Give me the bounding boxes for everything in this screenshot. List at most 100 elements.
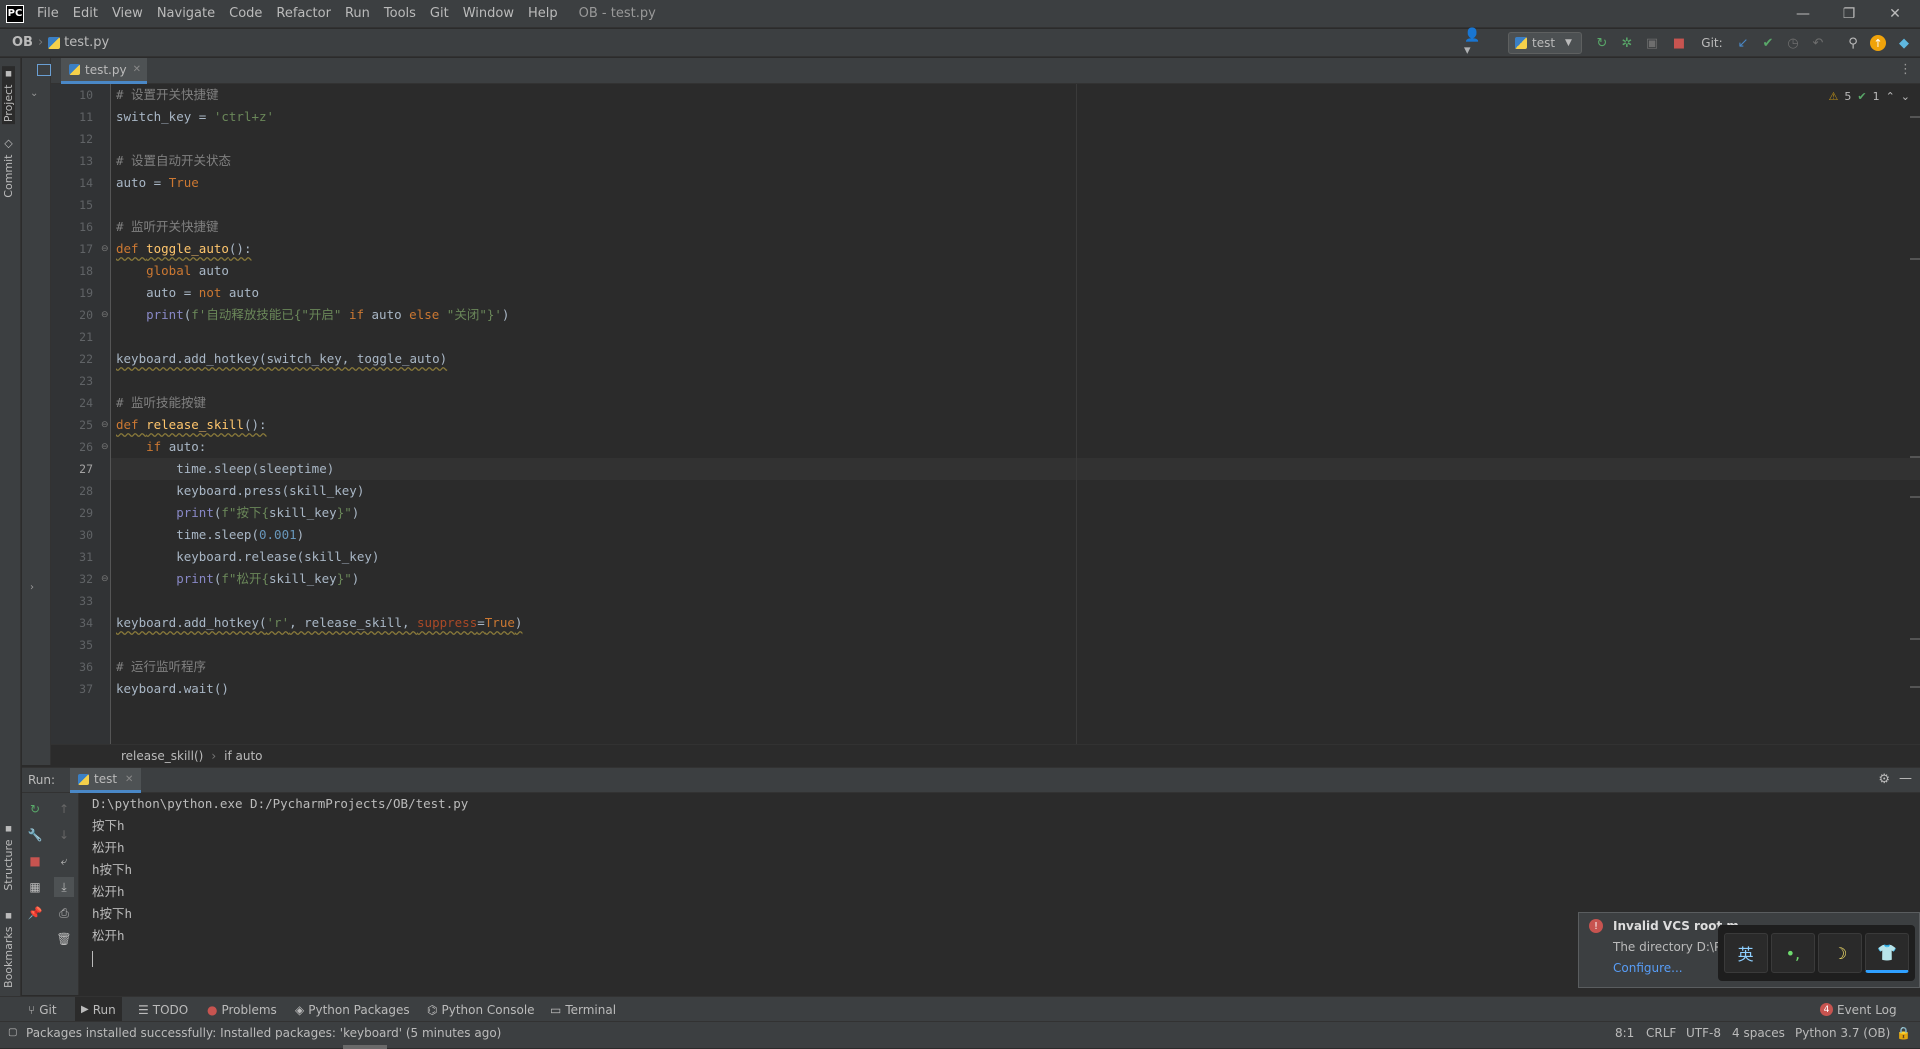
code-builtin: print [176, 571, 214, 586]
tab-python-packages[interactable]: ◈ Python Packages [295, 997, 410, 1022]
code-function-name: release_skill [146, 417, 244, 432]
status-caret-position[interactable]: 8:1 [1615, 1022, 1634, 1044]
status-window-icon[interactable]: ▢ [8, 1022, 17, 1044]
menu-code[interactable]: Code [222, 0, 269, 28]
breadcrumb-function[interactable]: release_skill() [121, 749, 203, 763]
status-encoding[interactable]: UTF-8 [1686, 1022, 1721, 1044]
tab-test-py[interactable]: test.py ✕ [61, 58, 147, 84]
menu-window[interactable]: Window [456, 0, 521, 28]
code-editor[interactable]: # 设置开关快捷键 switch_key = 'ctrl+z' # 设置自动开关… [111, 84, 1920, 744]
chevron-down-icon[interactable]: ⌄ [30, 88, 38, 99]
run-tab-test[interactable]: test ✕ [70, 768, 142, 793]
error-icon: ! [1589, 919, 1603, 933]
arrow-up-icon[interactable]: ↑ [54, 799, 74, 819]
rerun-icon[interactable]: ↻ [25, 799, 45, 819]
hide-icon[interactable]: — [1899, 771, 1912, 786]
stop-icon[interactable]: ■ [25, 851, 45, 871]
project-panel-collapsed[interactable]: ⌄ › [22, 58, 51, 765]
git-commit-icon[interactable]: ✔ [1758, 33, 1778, 53]
status-line-separator[interactable]: CRLF [1646, 1022, 1676, 1044]
close-tab-icon[interactable]: ✕ [125, 774, 133, 785]
layout-icon[interactable]: ▦ [25, 877, 45, 897]
print-icon[interactable]: ⎙ [54, 903, 74, 923]
ime-skin-button[interactable]: 👕 [1865, 933, 1910, 973]
minimize-icon[interactable]: — [1780, 0, 1826, 28]
wrench-icon[interactable]: 🔧 [25, 825, 45, 845]
arrow-down-icon[interactable]: ↓ [54, 825, 74, 845]
restore-icon[interactable]: ❐ [1826, 0, 1872, 28]
gear-icon[interactable]: ⚙ [1878, 772, 1890, 787]
more-tabs-icon[interactable]: ⋮ [1899, 62, 1912, 77]
menu-git[interactable]: Git [423, 0, 456, 28]
fold-icon[interactable]: ⊖ [101, 244, 109, 254]
update-icon[interactable]: ↑ [1868, 33, 1888, 53]
scroll-to-end-icon[interactable]: ⤓ [54, 877, 74, 897]
trash-icon[interactable]: 🗑 [54, 929, 74, 949]
chevron-down-icon[interactable]: ⌄ [1901, 90, 1910, 103]
git-rollback-icon[interactable]: ↶ [1808, 33, 1828, 53]
code-string: "关闭" [446, 307, 487, 322]
menu-refactor[interactable]: Refactor [269, 0, 338, 28]
status-interpreter[interactable]: Python 3.7 (OB) [1795, 1022, 1890, 1044]
console-line: 松开h [92, 840, 125, 855]
rerun-icon[interactable]: ↻ [1592, 33, 1612, 53]
close-icon[interactable]: ✕ [1872, 0, 1918, 28]
fold-icon[interactable]: ⊖ [101, 574, 109, 584]
breadcrumb-block[interactable]: if auto [224, 749, 262, 763]
lock-icon[interactable]: 🔒 [1896, 1022, 1911, 1044]
debug-icon[interactable]: ✲ [1617, 33, 1637, 53]
menu-edit[interactable]: Edit [66, 0, 105, 28]
menu-file[interactable]: File [30, 0, 66, 28]
chevron-up-icon[interactable]: ⌃ [1886, 90, 1895, 103]
nav-file[interactable]: test.py [64, 35, 109, 50]
code-text: , release_skill, [289, 615, 418, 630]
code-text: = [477, 615, 485, 630]
menu-navigate[interactable]: Navigate [150, 0, 222, 28]
ime-language-button[interactable]: 英 [1723, 933, 1768, 973]
fold-icon[interactable]: ⊖ [101, 442, 109, 452]
code-text: auto = [116, 175, 169, 190]
tab-terminal[interactable]: ▭ Terminal [550, 997, 616, 1022]
code-keyword: else [409, 307, 447, 322]
tab-git[interactable]: ⑂ Git [28, 997, 57, 1022]
status-message[interactable]: Packages installed successfully: Install… [26, 1022, 501, 1044]
user-icon[interactable]: 👤▾ [1464, 28, 1484, 58]
inspection-widget[interactable]: ⚠ 5 ✔ 1 ⌃ ⌄ [1828, 90, 1910, 103]
ime-moon-button[interactable]: ☽ [1818, 933, 1863, 973]
configure-link[interactable]: Configure... [1613, 961, 1683, 975]
line-number: 30 [79, 528, 93, 542]
soft-wrap-icon[interactable]: ⤶ [54, 851, 74, 871]
stop-icon[interactable]: ■ [1669, 33, 1689, 53]
pin-icon[interactable]: 📌 [25, 903, 45, 923]
chevron-right-icon[interactable]: › [30, 582, 34, 593]
tab-todo[interactable]: ☰ TODO [138, 997, 188, 1022]
menu-help[interactable]: Help [521, 0, 565, 28]
search-icon[interactable]: ⚲ [1843, 33, 1863, 53]
run-config-selector[interactable]: test ▼ [1508, 32, 1582, 54]
menu-tools[interactable]: Tools [377, 0, 423, 28]
coverage-icon[interactable]: ▣ [1642, 33, 1662, 53]
project-view-icon[interactable] [37, 64, 51, 76]
tab-python-console[interactable]: ⌬ Python Console [427, 997, 535, 1022]
editor-scrollbar[interactable] [1910, 116, 1920, 744]
commit-tool-tab[interactable]: Commit ◇ [2, 138, 15, 198]
git-update-icon[interactable]: ↙ [1733, 33, 1753, 53]
structure-tool-tab[interactable]: Structure ▪ [2, 823, 15, 891]
menu-run[interactable]: Run [338, 0, 377, 28]
status-indent[interactable]: 4 spaces [1732, 1022, 1785, 1044]
tab-run[interactable]: ▶ Run [75, 997, 122, 1022]
code-text: ) [351, 571, 360, 586]
git-history-icon[interactable]: ◷ [1783, 33, 1803, 53]
close-tab-icon[interactable]: ✕ [133, 64, 141, 75]
bookmarks-tool-tab[interactable]: Bookmarks ▪ [2, 910, 15, 988]
tab-problems[interactable]: ● Problems [207, 997, 277, 1022]
nav-project[interactable]: OB [12, 35, 33, 50]
fold-icon[interactable]: ⊖ [101, 420, 109, 430]
code-string: f"按下{ [221, 505, 269, 520]
tab-event-log[interactable]: 4 Event Log [1820, 997, 1897, 1022]
fold-icon[interactable]: ⊖ [101, 310, 109, 320]
menu-view[interactable]: View [105, 0, 150, 28]
project-tool-tab[interactable]: Project ▪ [2, 66, 15, 125]
toolbox-icon[interactable]: ◆ [1894, 33, 1914, 53]
ime-punctuation-button[interactable]: •, [1770, 933, 1815, 973]
